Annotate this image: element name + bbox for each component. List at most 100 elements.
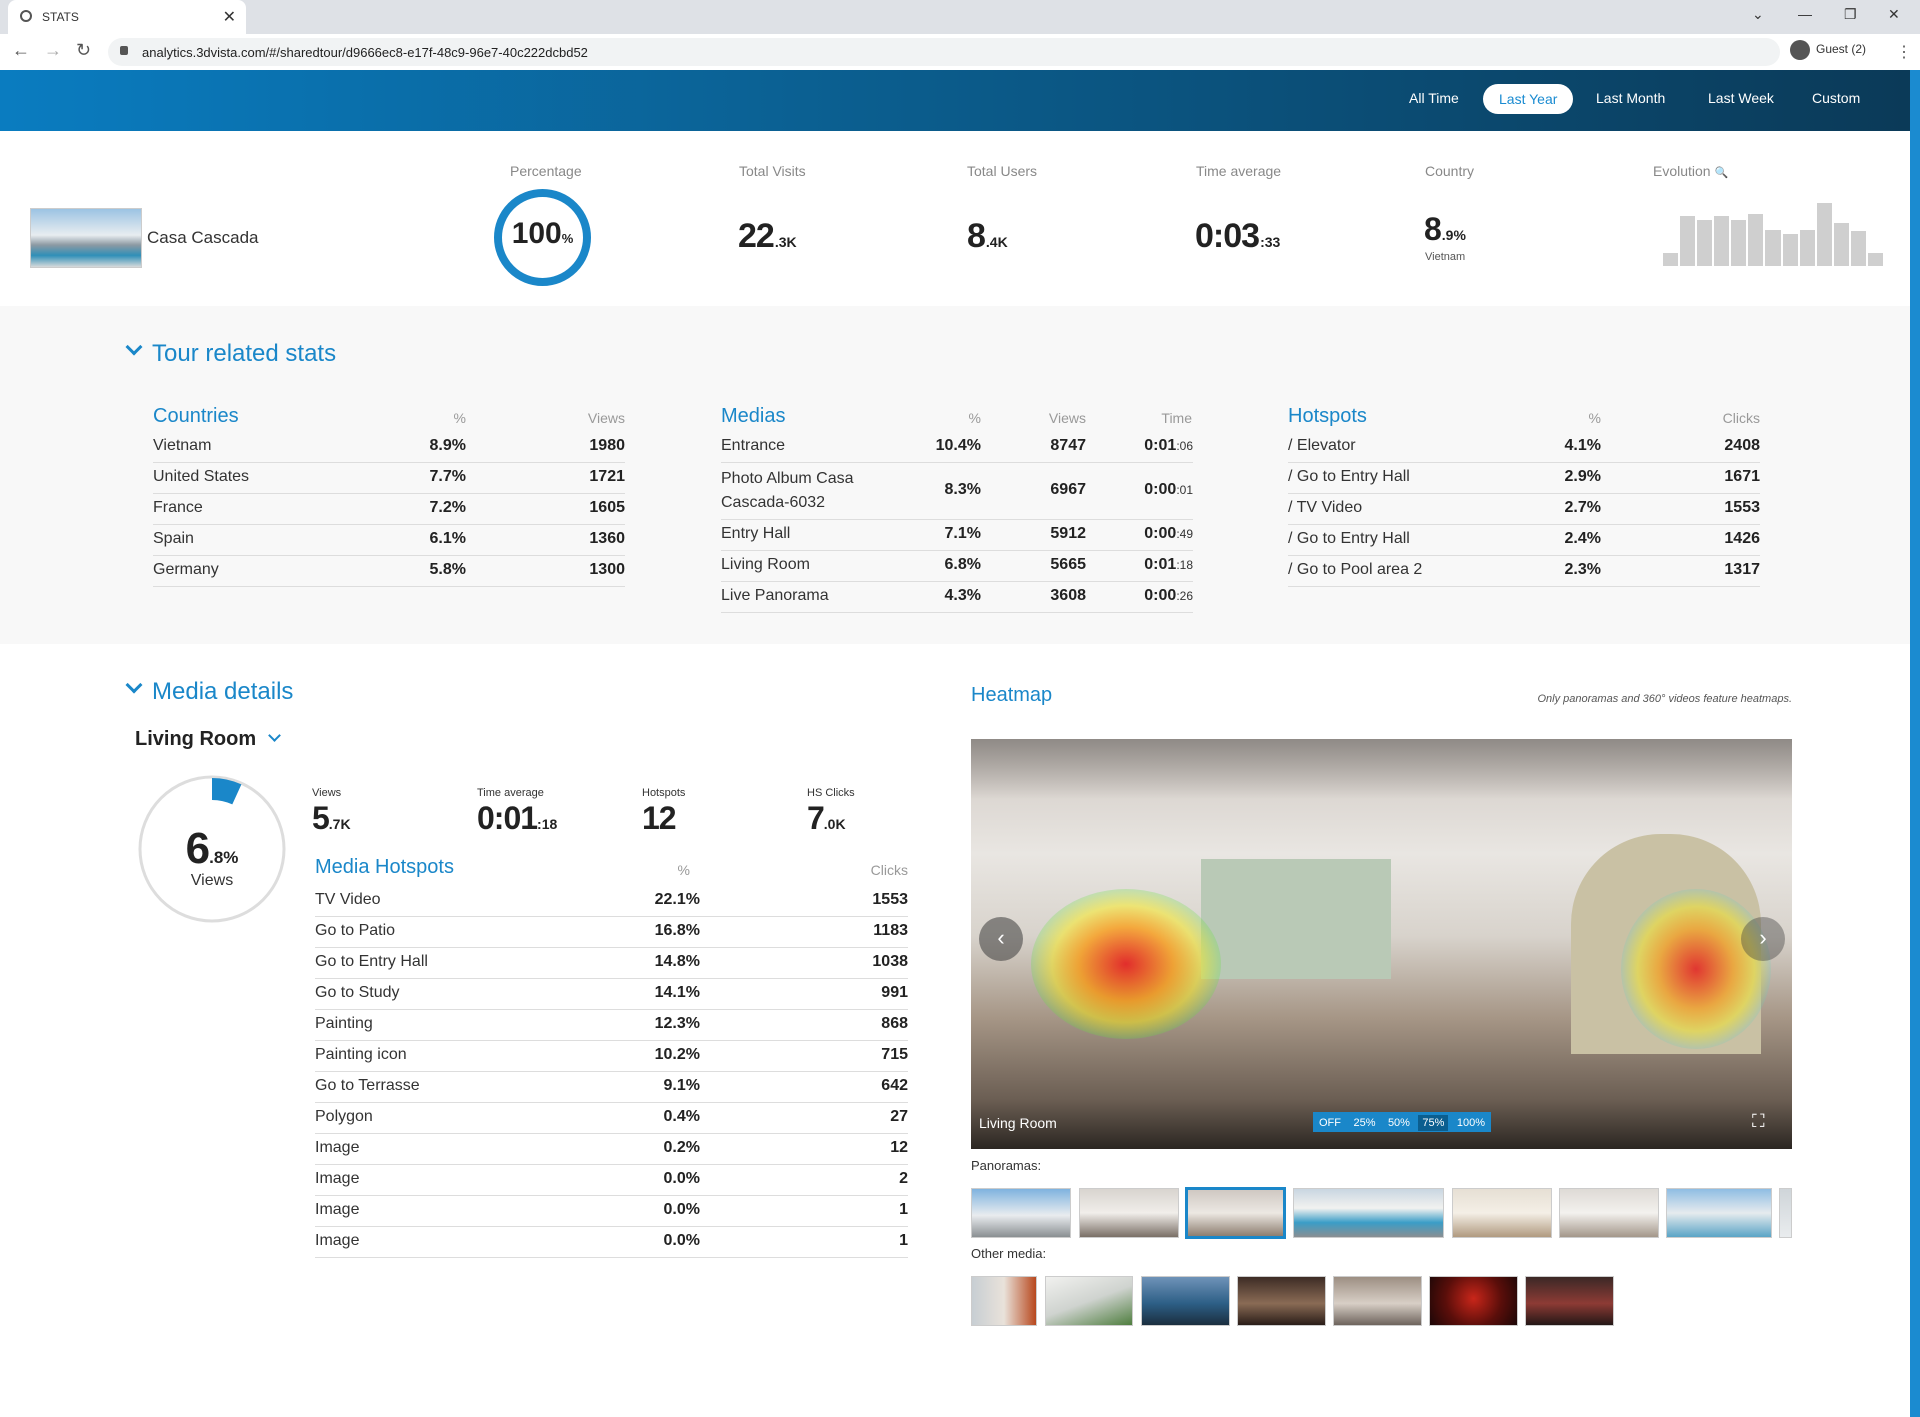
media-time-main: 0:00 bbox=[1144, 525, 1177, 542]
panorama-thumbnail[interactable] bbox=[971, 1188, 1071, 1238]
country-name: Spain bbox=[153, 530, 194, 547]
profile-button[interactable]: Guest (2) bbox=[1790, 40, 1866, 60]
media-hotspot-clicks: 991 bbox=[881, 984, 908, 1001]
media-stat-label: Time average bbox=[477, 787, 544, 799]
media-time-sec: :01 bbox=[1176, 483, 1193, 497]
media-stat-suffix: .0K bbox=[823, 816, 846, 832]
media-views-pct: 6.8% bbox=[185, 824, 239, 873]
panorama-thumbnail[interactable] bbox=[1079, 1188, 1179, 1238]
media-thumbnail[interactable] bbox=[1525, 1276, 1614, 1326]
media-name: Entry Hall bbox=[721, 525, 791, 542]
minimize-icon[interactable]: — bbox=[1798, 6, 1812, 22]
address-bar[interactable]: analytics.3dvista.com/#/sharedtour/d9666… bbox=[108, 38, 1780, 66]
media-hotspot-pct: 14.8% bbox=[654, 953, 700, 970]
hotspots-row: / TV Video 2.7% 1553 bbox=[1288, 494, 1760, 525]
zoom-icon[interactable]: 🔍 bbox=[1714, 167, 1728, 179]
restore-icon[interactable]: ❐ bbox=[1844, 6, 1857, 23]
heatmap-level-25[interactable]: 25% bbox=[1349, 1115, 1379, 1131]
fullscreen-icon[interactable]: ⛶ bbox=[1752, 1111, 1765, 1132]
media-hotspot-pct: 16.8% bbox=[654, 922, 700, 939]
medias-row[interactable]: Entry Hall 7.1% 5912 0:00:49 bbox=[721, 520, 1193, 551]
url-text[interactable]: analytics.3dvista.com/#/sharedtour/d9666… bbox=[142, 45, 588, 60]
media-hotspot-row: Painting icon 10.2% 715 bbox=[315, 1041, 908, 1072]
panorama-thumbnail-selected[interactable] bbox=[1185, 1187, 1286, 1239]
medias-row[interactable]: Live Panorama 4.3% 3608 0:00:26 bbox=[721, 582, 1193, 613]
panorama-thumbnail[interactable] bbox=[1452, 1188, 1552, 1238]
media-thumbnail[interactable] bbox=[971, 1276, 1037, 1326]
tour-stats-title[interactable]: Tour related stats bbox=[124, 338, 336, 368]
media-time-main: 0:00 bbox=[1144, 587, 1177, 604]
media-hotspot-pct: 10.2% bbox=[654, 1046, 700, 1063]
heatmap-panorama[interactable]: ‹ › Living Room OFF 25% 50% 75% 100% ⛶ bbox=[971, 739, 1792, 1149]
hotspot-clicks: 1426 bbox=[1724, 530, 1760, 547]
right-scroll-strip[interactable] bbox=[1910, 70, 1920, 1417]
media-thumbnail[interactable] bbox=[1429, 1276, 1518, 1326]
evolution-bar bbox=[1816, 203, 1832, 266]
media-stat-value: 12 bbox=[642, 800, 677, 837]
heat-blob-left bbox=[1031, 889, 1221, 1039]
medias-col-time: Time bbox=[1161, 410, 1192, 426]
evolution-bar bbox=[1663, 253, 1679, 266]
panorama-thumbnail[interactable] bbox=[1779, 1188, 1792, 1238]
prev-arrow-icon[interactable]: ‹ bbox=[979, 917, 1023, 961]
panorama-thumbnail[interactable] bbox=[1293, 1188, 1444, 1238]
percentage-label: Percentage bbox=[510, 163, 582, 179]
hotspot-clicks: 1553 bbox=[1724, 499, 1760, 516]
period-last-week[interactable]: Last Week bbox=[1708, 90, 1774, 106]
period-last-year[interactable]: Last Year bbox=[1483, 84, 1574, 114]
media-hotspot-clicks: 715 bbox=[881, 1046, 908, 1063]
panorama-thumbnail[interactable] bbox=[1559, 1188, 1659, 1238]
country-name: Vietnam bbox=[153, 437, 212, 454]
media-stat-label: Views bbox=[312, 787, 342, 799]
period-custom[interactable]: Custom bbox=[1812, 90, 1860, 106]
media-thumbnail[interactable] bbox=[1237, 1276, 1326, 1326]
media-hotspot-row: Image 0.0% 1 bbox=[315, 1196, 908, 1227]
globe-icon bbox=[20, 10, 32, 22]
menu-kebab-icon[interactable]: ⋮ bbox=[1896, 42, 1912, 62]
media-thumbnail[interactable] bbox=[1045, 1276, 1133, 1326]
media-stat-main: 7 bbox=[807, 800, 825, 836]
media-hotspots-col-clicks: Clicks bbox=[870, 862, 908, 878]
forward-arrow-icon[interactable]: → bbox=[44, 40, 62, 61]
media-details-title[interactable]: Media details bbox=[124, 676, 293, 706]
media-hotspot-clicks: 1 bbox=[899, 1201, 908, 1218]
medias-row[interactable]: Living Room 6.8% 5665 0:01:18 bbox=[721, 551, 1193, 582]
heatmap-level-75[interactable]: 75% bbox=[1418, 1115, 1449, 1131]
media-hotspot-pct: 0.2% bbox=[663, 1139, 700, 1156]
period-last-month[interactable]: Last Month bbox=[1596, 90, 1665, 106]
evolution-bars[interactable] bbox=[1663, 196, 1883, 266]
media-thumbnail[interactable] bbox=[1333, 1276, 1422, 1326]
close-tab-icon[interactable]: ✕ bbox=[223, 7, 236, 27]
reload-icon[interactable]: ↻ bbox=[76, 40, 91, 61]
media-hotspot-clicks: 1 bbox=[899, 1232, 908, 1249]
medias-row[interactable]: Entrance 10.4% 8747 0:01:06 bbox=[721, 432, 1193, 463]
period-all-time[interactable]: All Time bbox=[1409, 90, 1459, 106]
heatmap-level-100[interactable]: 100% bbox=[1453, 1115, 1489, 1131]
panorama-thumbnail[interactable] bbox=[1666, 1188, 1772, 1238]
media-time-sec: :26 bbox=[1176, 589, 1193, 603]
media-pct: 8.3% bbox=[944, 481, 981, 498]
tab-search-icon[interactable]: ⌄ bbox=[1752, 6, 1764, 23]
medias-row[interactable]: Photo Album Casa Cascada-6032 8.3% 6967 0:00… bbox=[721, 463, 1193, 520]
media-hotspot-row: Image 0.2% 12 bbox=[315, 1134, 908, 1165]
media-hotspot-name: Go to Entry Hall bbox=[315, 953, 428, 970]
medias-title: Medias bbox=[721, 405, 786, 427]
back-arrow-icon[interactable]: ← bbox=[12, 40, 30, 61]
media-stat-value: 0:01:18 bbox=[477, 800, 557, 837]
tour-thumbnail[interactable] bbox=[30, 208, 142, 268]
media-thumbnail[interactable] bbox=[1141, 1276, 1230, 1326]
hotspot-name: / TV Video bbox=[1288, 499, 1363, 516]
app-header: All Time Last Year Last Month Last Week … bbox=[0, 70, 1910, 131]
countries-row: Spain 6.1% 1360 bbox=[153, 525, 625, 556]
heatmap-level-off[interactable]: OFF bbox=[1315, 1115, 1345, 1131]
evolution-bar bbox=[1680, 215, 1696, 266]
heatmap-level-50[interactable]: 50% bbox=[1384, 1115, 1414, 1131]
heat-blob-right bbox=[1621, 889, 1771, 1049]
next-arrow-icon[interactable]: › bbox=[1741, 917, 1785, 961]
media-selector[interactable]: Living Room bbox=[135, 728, 281, 751]
media-hotspot-clicks: 1553 bbox=[872, 891, 908, 908]
media-hotspot-pct: 0.4% bbox=[663, 1108, 700, 1125]
close-window-icon[interactable]: ✕ bbox=[1888, 6, 1900, 23]
avatar-icon bbox=[1790, 40, 1810, 60]
browser-tab[interactable]: STATS ✕ bbox=[8, 0, 246, 34]
